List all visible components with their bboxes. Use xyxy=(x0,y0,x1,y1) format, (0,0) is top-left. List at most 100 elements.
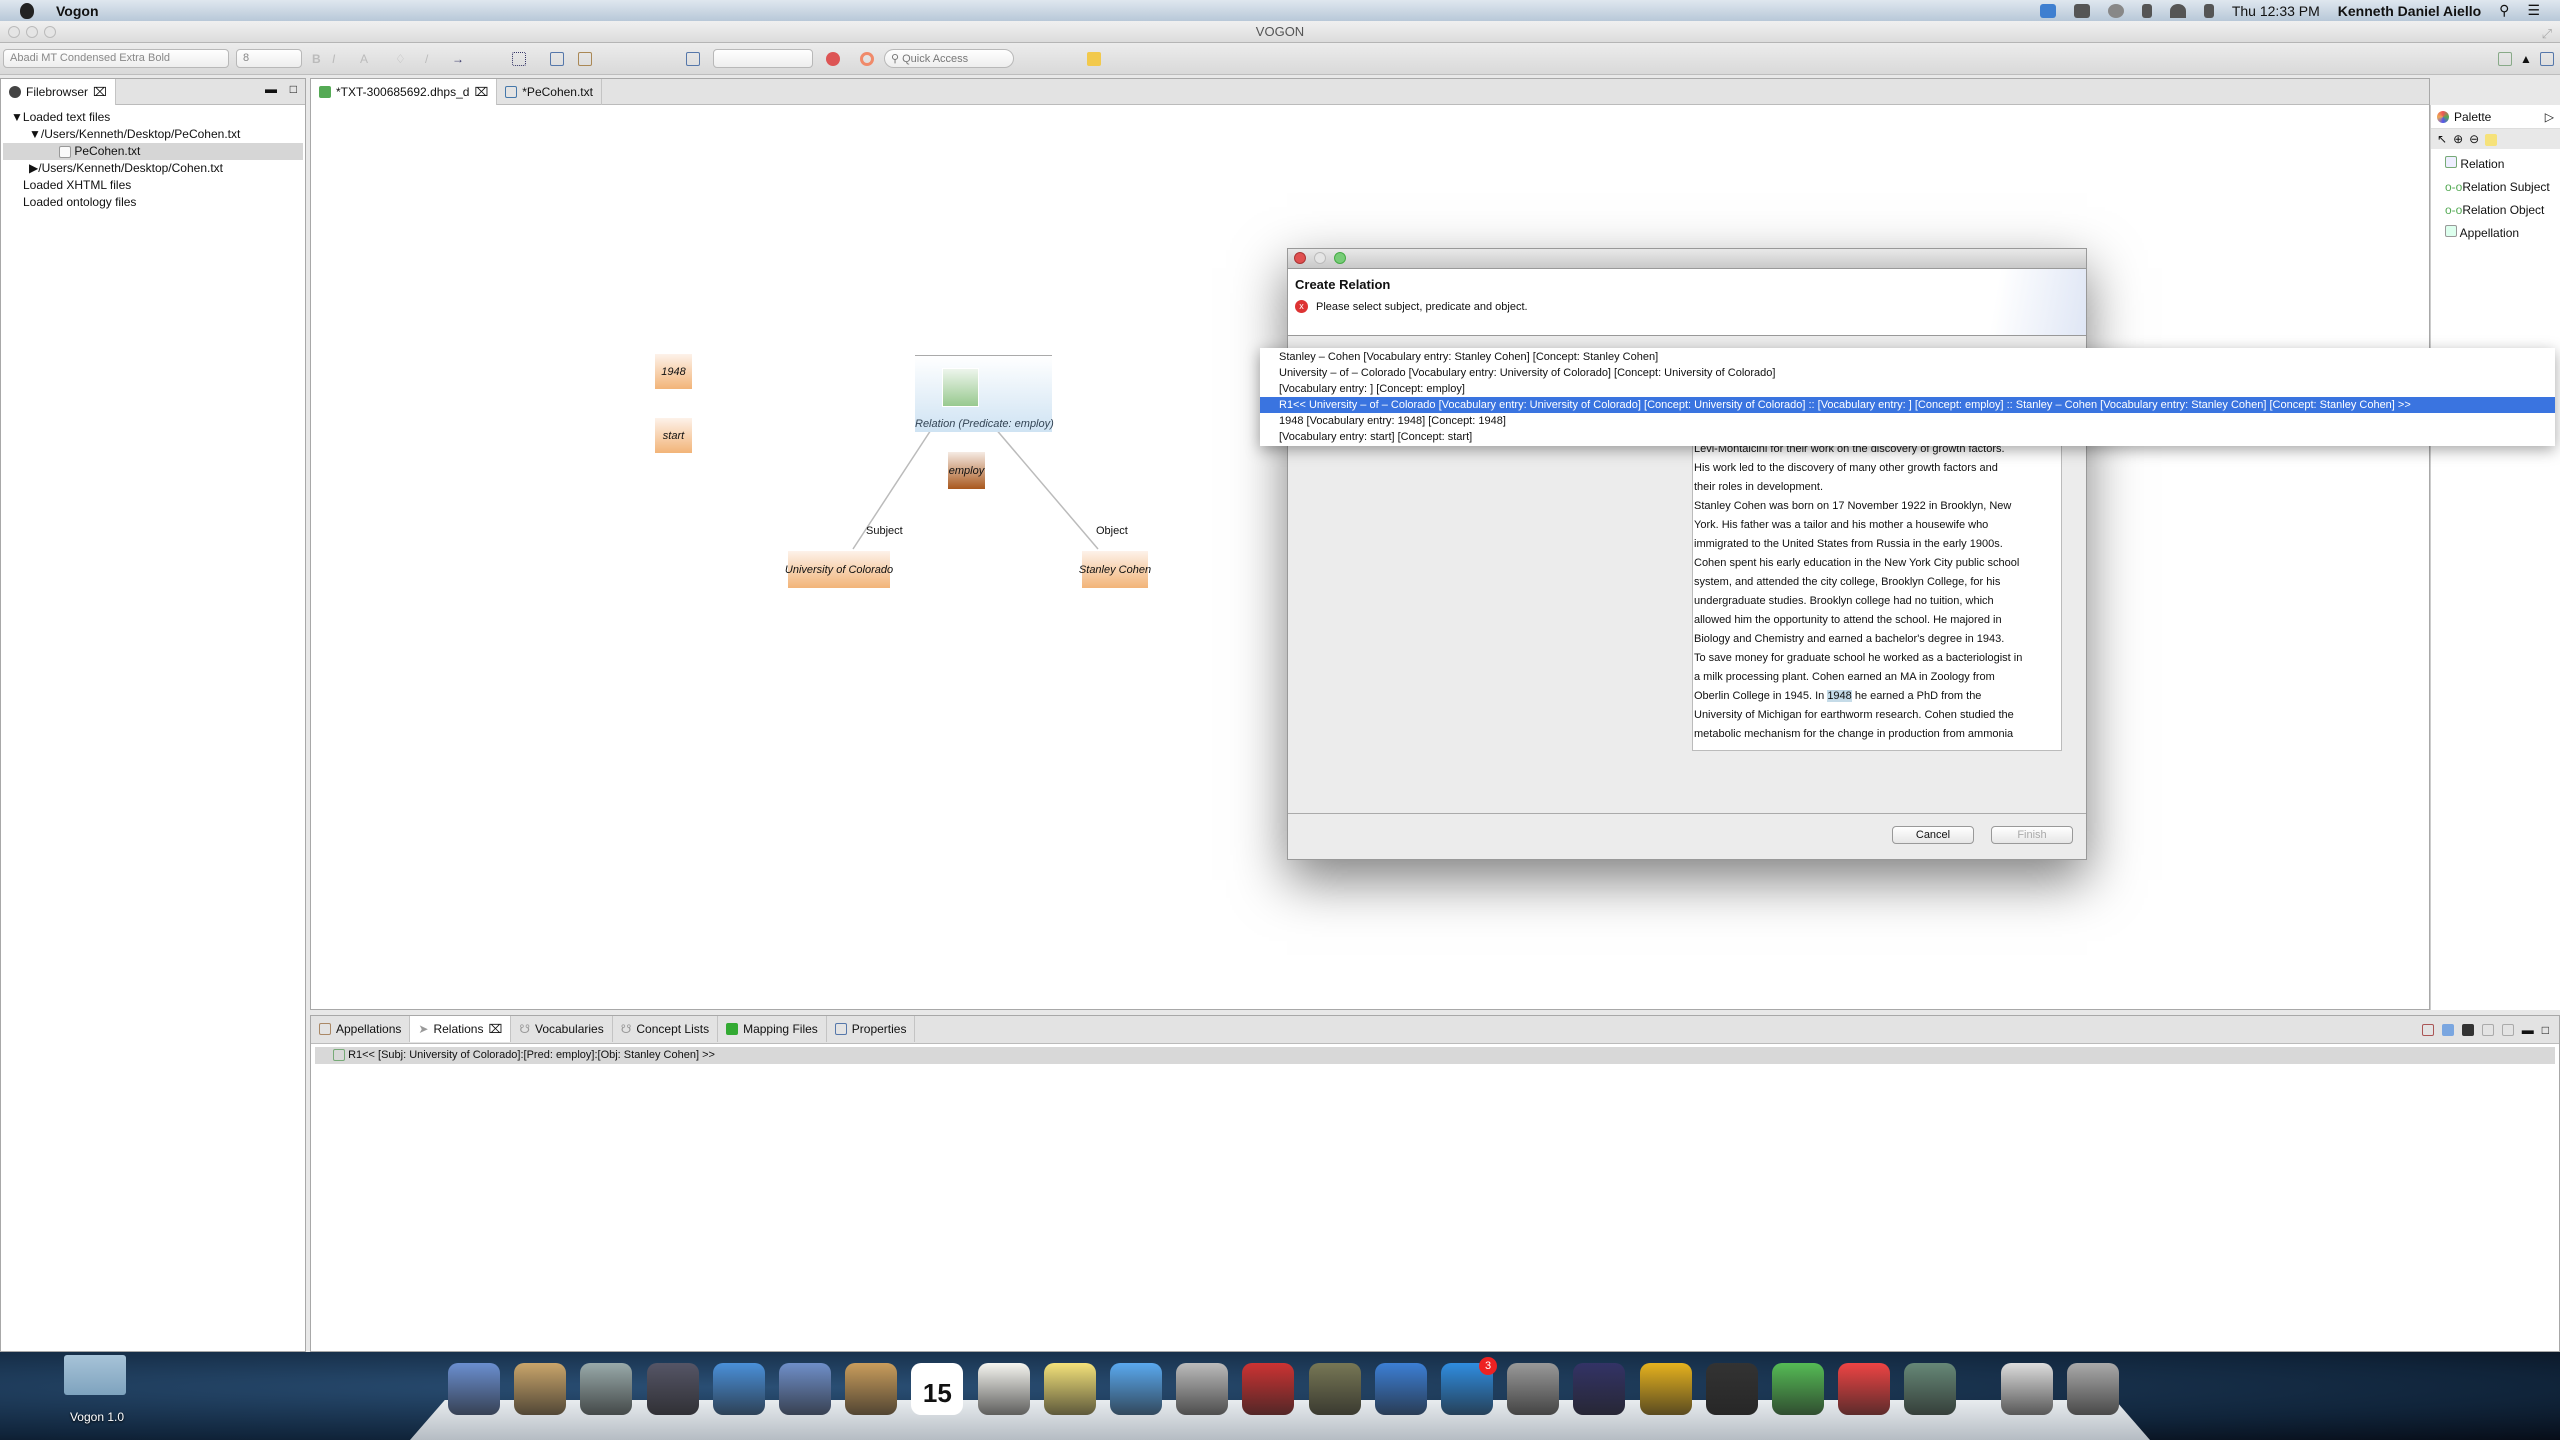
tab-concept-lists[interactable]: ☋ Concept Lists xyxy=(613,1016,719,1042)
time-machine-icon[interactable] xyxy=(2107,3,2124,18)
font-size-select[interactable]: 8 xyxy=(236,49,302,68)
minimize-window-button[interactable] xyxy=(26,26,38,38)
wifi-icon[interactable] xyxy=(2169,3,2186,18)
dock-messages-icon[interactable] xyxy=(1110,1363,1162,1415)
arrange-icon[interactable] xyxy=(550,52,564,66)
dropbox-icon[interactable] xyxy=(2039,3,2056,18)
dock-launchpad-icon[interactable] xyxy=(580,1363,633,1415)
relation-row[interactable]: R1<< [Subj: University of Colorado]:[Pre… xyxy=(315,1047,2555,1064)
tree-item[interactable]: Loaded ontology files xyxy=(3,194,303,211)
perspective-icon[interactable]: ▲ xyxy=(2520,52,2534,66)
dock-terminal-icon[interactable] xyxy=(1705,1363,1758,1415)
fill-color-icon[interactable]: ♢ xyxy=(395,52,409,66)
evernote-icon[interactable] xyxy=(2073,3,2090,18)
clock[interactable]: Thu 12:33 PM xyxy=(2232,3,2320,19)
palette-item-relation-object[interactable]: o-oRelation Object xyxy=(2445,199,2560,222)
tab-pecohen[interactable]: *PeCohen.txt xyxy=(497,79,602,105)
bluetooth-icon[interactable] xyxy=(2141,3,2152,18)
relation-node[interactable]: Relation (Predicate: employ) xyxy=(915,355,1054,432)
dock-calendar-icon[interactable]: 15 xyxy=(911,1363,964,1415)
dock-mail-icon[interactable] xyxy=(779,1363,831,1415)
minimize-icon[interactable]: ▬ xyxy=(2522,1023,2534,1037)
zoom-combo[interactable] xyxy=(713,49,813,68)
source-text-area[interactable]: Levi-Montalcini for their work on the di… xyxy=(1692,439,2062,751)
back-icon[interactable] xyxy=(1087,52,1101,66)
volume-icon[interactable] xyxy=(2203,3,2214,18)
dock-notes-icon[interactable] xyxy=(1043,1363,1096,1415)
dock-itunes-icon[interactable] xyxy=(1374,1363,1427,1415)
subject-node[interactable]: University of Colorado xyxy=(785,551,893,588)
object-node[interactable]: Stanley Cohen xyxy=(1079,551,1151,588)
close-tab-icon[interactable]: ⌧ xyxy=(488,1022,502,1036)
palette-item-relation-subject[interactable]: o-oRelation Subject xyxy=(2445,176,2560,199)
popup-item[interactable]: University – of – Colorado [Vocabulary e… xyxy=(1260,365,2555,381)
dock-eclipse-icon[interactable] xyxy=(1573,1363,1626,1415)
font-color-icon[interactable]: A xyxy=(360,52,374,66)
popup-item-selected[interactable]: R1<< University – of – Colorado [Vocabul… xyxy=(1260,397,2555,413)
wrench-icon[interactable] xyxy=(2441,1023,2454,1036)
dock-facetime-icon[interactable] xyxy=(1176,1363,1229,1415)
tree-item-selected[interactable]: PeCohen.txt xyxy=(3,143,303,160)
highlighted-appellation[interactable]: 1948 xyxy=(1827,690,1852,702)
apple-menu-icon[interactable] xyxy=(20,2,34,19)
dock-finder-icon[interactable] xyxy=(448,1363,500,1415)
layout-icon[interactable] xyxy=(686,52,700,66)
popup-item[interactable]: [Vocabulary entry: start] [Concept: star… xyxy=(1260,429,2555,445)
spotlight-icon[interactable]: ⚲ xyxy=(2499,2,2509,19)
dock-photo-booth-icon[interactable] xyxy=(646,1363,699,1415)
tab-relations[interactable]: ➤ Relations ⌧ xyxy=(410,1016,512,1042)
remove-clipboard-icon[interactable] xyxy=(2421,1023,2434,1036)
select-all-icon[interactable] xyxy=(512,52,526,66)
tree-item[interactable]: Loaded XHTML files xyxy=(3,177,303,194)
relation-tool-icon[interactable] xyxy=(826,52,840,66)
dock-system-preferences-icon[interactable] xyxy=(1507,1363,1560,1415)
tab-filebrowser[interactable]: Filebrowser ⌧ xyxy=(1,79,116,105)
dock-chrome-icon[interactable] xyxy=(1838,1363,1891,1415)
dock-trash-icon[interactable] xyxy=(2066,1363,2119,1415)
notification-center-icon[interactable]: ☰ xyxy=(2527,2,2540,19)
line-color-icon[interactable]: / xyxy=(425,52,439,66)
font-family-select[interactable]: Abadi MT Condensed Extra Bold xyxy=(3,49,229,68)
tab-vocabularies[interactable]: ☋ Vocabularies xyxy=(511,1016,613,1042)
close-tab-icon[interactable]: ⌧ xyxy=(474,85,488,99)
dock-contacts-icon[interactable] xyxy=(845,1363,898,1415)
dock-vim-icon[interactable] xyxy=(1904,1363,1957,1415)
dock-vogon-icon[interactable] xyxy=(1639,1363,1692,1415)
popup-item[interactable]: Stanley – Cohen [Vocabulary entry: Stanl… xyxy=(1260,349,2555,365)
dock-evernote-icon[interactable] xyxy=(1772,1363,1824,1415)
dock-app-store-icon[interactable]: 3 xyxy=(1441,1357,1497,1415)
zoom-dialog-button[interactable] xyxy=(1334,252,1346,264)
open-perspective-icon[interactable] xyxy=(2498,52,2512,66)
line-style-icon[interactable]: → xyxy=(452,52,466,66)
app-menu[interactable]: Vogon xyxy=(56,3,99,19)
maximize-icon[interactable]: □ xyxy=(290,82,297,96)
dock-photo-slideshow-icon[interactable] xyxy=(1242,1363,1295,1415)
tab-mapping-files[interactable]: Mapping Files xyxy=(718,1016,827,1042)
edit-comment-icon[interactable] xyxy=(2481,1023,2494,1036)
predicate-node-employ[interactable]: employ xyxy=(948,452,985,489)
popup-item[interactable]: [Vocabulary entry: ] [Concept: employ] xyxy=(1260,381,2555,397)
magic-wand-icon[interactable] xyxy=(2461,1023,2474,1036)
dock-safari-icon[interactable] xyxy=(712,1363,765,1415)
minimize-dialog-button[interactable] xyxy=(1314,252,1326,264)
popup-item[interactable]: 1948 [Vocabulary entry: 1948] [Concept: … xyxy=(1260,413,2555,429)
note-icon[interactable] xyxy=(2485,134,2498,146)
tab-diagram[interactable]: *TXT-300685692.dhps_d ⌧ xyxy=(311,79,498,105)
tab-appellations[interactable]: Appellations xyxy=(311,1016,411,1042)
volume-icon[interactable] xyxy=(64,1355,126,1395)
finish-button[interactable]: Finish xyxy=(1991,826,2073,844)
tree-item[interactable]: ▼/Users/Kenneth/Desktop/PeCohen.txt xyxy=(3,126,303,143)
chart-perspective-icon[interactable] xyxy=(2540,52,2554,66)
tree-item[interactable]: ▼Loaded text files xyxy=(3,109,303,126)
bold-icon[interactable]: B xyxy=(312,52,326,66)
minimize-icon[interactable]: ▬ xyxy=(265,82,277,96)
italic-icon[interactable]: I xyxy=(332,52,346,66)
dock-preview-icon[interactable] xyxy=(514,1363,567,1415)
quick-access-input[interactable]: ⚲ Quick Access xyxy=(884,49,1014,68)
add-comment-icon[interactable] xyxy=(2501,1023,2514,1036)
maximize-icon[interactable]: □ xyxy=(2542,1023,2549,1037)
close-tab-icon[interactable]: ⌧ xyxy=(93,85,107,99)
appellation-node-1948[interactable]: 1948 xyxy=(655,354,692,389)
select-tool-icon[interactable]: ↖ xyxy=(2437,132,2447,146)
collapse-palette-icon[interactable]: ▷ xyxy=(2545,110,2554,124)
